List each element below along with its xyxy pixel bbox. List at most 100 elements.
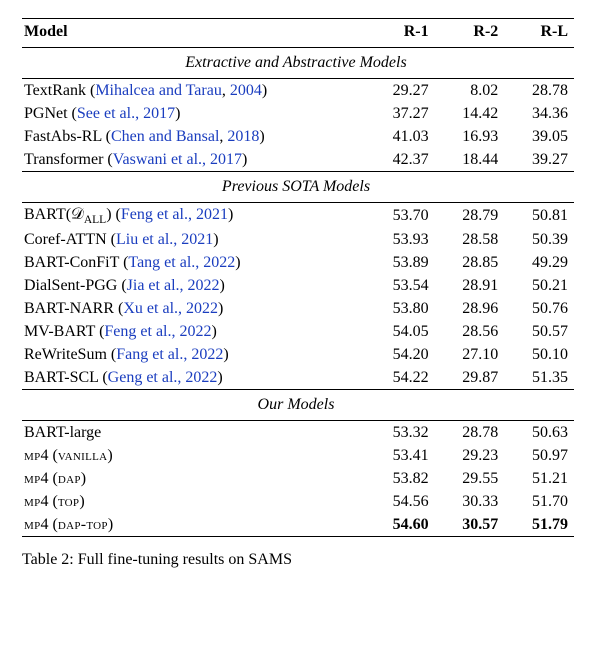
metric-r1: 53.82 bbox=[365, 467, 435, 490]
metric-r2: 30.33 bbox=[435, 490, 505, 513]
citation-link[interactable]: Feng et al., 2022 bbox=[104, 323, 211, 340]
table-row: BART(𝒟ALL) (Feng et al., 2021)53.7028.79… bbox=[22, 203, 574, 229]
model-cell: FastAbs-RL (Chen and Bansal, 2018) bbox=[22, 125, 365, 148]
metric-r2: 18.44 bbox=[435, 148, 505, 172]
citation-link[interactable]: Feng et al., 2021 bbox=[121, 206, 228, 223]
metric-r1: 53.41 bbox=[365, 444, 435, 467]
table-row: BART-ConFiT (Tang et al., 2022)53.8928.8… bbox=[22, 251, 574, 274]
table-row: mp4 (top)54.5630.3351.70 bbox=[22, 490, 574, 513]
citation-year-link[interactable]: 2004 bbox=[230, 82, 262, 99]
citation-link[interactable]: Geng et al., 2022 bbox=[108, 369, 218, 386]
caption-text: Full fine-tuning results on SAMS bbox=[78, 551, 292, 568]
metric-r1: 29.27 bbox=[365, 79, 435, 103]
citation-link[interactable]: Fang et al., 2022 bbox=[116, 346, 223, 363]
table-row: PGNet (See et al., 2017)37.2714.4234.36 bbox=[22, 102, 574, 125]
table-row: mp4 (vanilla)53.4129.2350.97 bbox=[22, 444, 574, 467]
model-cell: BART-SCL (Geng et al., 2022) bbox=[22, 366, 365, 390]
metric-r2: 29.55 bbox=[435, 467, 505, 490]
metric-r2: 28.79 bbox=[435, 203, 505, 229]
section-title-row: Extractive and Abstractive Models bbox=[22, 48, 574, 79]
col-model: Model bbox=[22, 19, 365, 48]
header-row: Model R-1 R-2 R-L bbox=[22, 19, 574, 48]
table-row: ReWriteSum (Fang et al., 2022)54.2027.10… bbox=[22, 343, 574, 366]
table-row: mp4 (dap-top)54.6030.5751.79 bbox=[22, 513, 574, 537]
metric-r1: 37.27 bbox=[365, 102, 435, 125]
model-cell: TextRank (Mihalcea and Tarau, 2004) bbox=[22, 79, 365, 103]
metric-rl: 50.10 bbox=[504, 343, 574, 366]
section-title-row: Our Models bbox=[22, 390, 574, 421]
section-title: Extractive and Abstractive Models bbox=[22, 48, 574, 79]
metric-r1: 53.80 bbox=[365, 297, 435, 320]
results-table: Model R-1 R-2 R-L Extractive and Abstrac… bbox=[22, 18, 574, 537]
metric-r1: 53.32 bbox=[365, 421, 435, 445]
table-row: DialSent-PGG (Jia et al., 2022)53.5428.9… bbox=[22, 274, 574, 297]
metric-rl: 39.05 bbox=[504, 125, 574, 148]
metric-r1: 54.20 bbox=[365, 343, 435, 366]
metric-r1: 54.05 bbox=[365, 320, 435, 343]
metric-r2: 27.10 bbox=[435, 343, 505, 366]
citation-link[interactable]: Vaswani et al., 2017 bbox=[113, 151, 242, 168]
col-r1: R-1 bbox=[365, 19, 435, 48]
metric-rl: 28.78 bbox=[504, 79, 574, 103]
citation-link[interactable]: Jia et al., 2022 bbox=[127, 277, 220, 294]
table-row: Coref-ATTN (Liu et al., 2021)53.9328.585… bbox=[22, 228, 574, 251]
model-cell: Transformer (Vaswani et al., 2017) bbox=[22, 148, 365, 172]
model-cell: mp4 (vanilla) bbox=[22, 444, 365, 467]
col-r2: R-2 bbox=[435, 19, 505, 48]
table-caption: Table 2: Full fine-tuning results on SAM… bbox=[22, 551, 574, 569]
citation-link[interactable]: Xu et al., 2022 bbox=[123, 300, 218, 317]
metric-r1: 53.89 bbox=[365, 251, 435, 274]
metric-r2: 28.91 bbox=[435, 274, 505, 297]
metric-r1: 54.22 bbox=[365, 366, 435, 390]
table-row: FastAbs-RL (Chen and Bansal, 2018)41.031… bbox=[22, 125, 574, 148]
section-title-row: Previous SOTA Models bbox=[22, 172, 574, 203]
caption-prefix: Table 2: bbox=[22, 551, 74, 568]
section-title: Previous SOTA Models bbox=[22, 172, 574, 203]
citation-year-link[interactable]: 2018 bbox=[227, 128, 259, 145]
metric-r1: 53.54 bbox=[365, 274, 435, 297]
metric-rl: 49.29 bbox=[504, 251, 574, 274]
metric-rl: 39.27 bbox=[504, 148, 574, 172]
model-cell: PGNet (See et al., 2017) bbox=[22, 102, 365, 125]
metric-rl: 50.63 bbox=[504, 421, 574, 445]
model-cell: DialSent-PGG (Jia et al., 2022) bbox=[22, 274, 365, 297]
metric-r1: 41.03 bbox=[365, 125, 435, 148]
metric-r2: 28.58 bbox=[435, 228, 505, 251]
metric-rl: 51.21 bbox=[504, 467, 574, 490]
citation-link[interactable]: Liu et al., 2021 bbox=[116, 231, 213, 248]
metric-rl: 51.79 bbox=[504, 513, 574, 537]
table-row: BART-large53.3228.7850.63 bbox=[22, 421, 574, 445]
metric-rl: 51.70 bbox=[504, 490, 574, 513]
metric-rl: 50.76 bbox=[504, 297, 574, 320]
metric-r2: 29.87 bbox=[435, 366, 505, 390]
metric-r2: 28.78 bbox=[435, 421, 505, 445]
metric-rl: 50.81 bbox=[504, 203, 574, 229]
table-row: BART-NARR (Xu et al., 2022)53.8028.9650.… bbox=[22, 297, 574, 320]
model-cell: Coref-ATTN (Liu et al., 2021) bbox=[22, 228, 365, 251]
table-row: BART-SCL (Geng et al., 2022)54.2229.8751… bbox=[22, 366, 574, 390]
metric-r1: 53.70 bbox=[365, 203, 435, 229]
table-row: TextRank (Mihalcea and Tarau, 2004)29.27… bbox=[22, 79, 574, 103]
model-cell: mp4 (dap-top) bbox=[22, 513, 365, 537]
metric-r2: 14.42 bbox=[435, 102, 505, 125]
metric-r2: 28.96 bbox=[435, 297, 505, 320]
metric-rl: 50.21 bbox=[504, 274, 574, 297]
table-row: MV-BART (Feng et al., 2022)54.0528.5650.… bbox=[22, 320, 574, 343]
metric-rl: 50.97 bbox=[504, 444, 574, 467]
citation-link[interactable]: See et al., 2017 bbox=[77, 105, 175, 122]
section-title: Our Models bbox=[22, 390, 574, 421]
metric-r1: 54.60 bbox=[365, 513, 435, 537]
metric-rl: 34.36 bbox=[504, 102, 574, 125]
model-cell: ReWriteSum (Fang et al., 2022) bbox=[22, 343, 365, 366]
metric-r2: 28.85 bbox=[435, 251, 505, 274]
table-row: mp4 (dap)53.8229.5551.21 bbox=[22, 467, 574, 490]
metric-rl: 50.57 bbox=[504, 320, 574, 343]
model-cell: BART-NARR (Xu et al., 2022) bbox=[22, 297, 365, 320]
metric-r2: 29.23 bbox=[435, 444, 505, 467]
citation-link[interactable]: Chen and Bansal bbox=[111, 128, 219, 145]
model-cell: BART-large bbox=[22, 421, 365, 445]
citation-link[interactable]: Mihalcea and Tarau bbox=[95, 82, 222, 99]
table-body: Extractive and Abstractive ModelsTextRan… bbox=[22, 48, 574, 537]
citation-link[interactable]: Tang et al., 2022 bbox=[128, 254, 235, 271]
metric-r2: 30.57 bbox=[435, 513, 505, 537]
